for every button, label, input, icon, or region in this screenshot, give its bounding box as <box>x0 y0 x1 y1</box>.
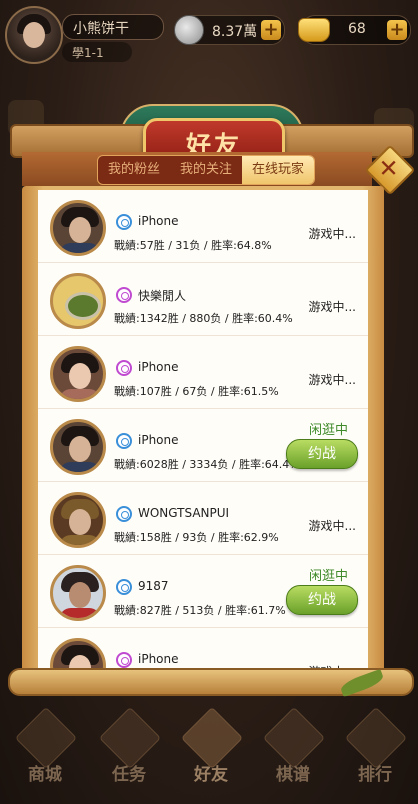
level-bar: 學1-1 <box>62 42 132 62</box>
player-name: iPhone <box>138 214 179 228</box>
username-bar: 小熊饼干 <box>62 14 164 40</box>
invite-battle-button[interactable]: 约战 <box>286 439 358 469</box>
player-stats: 戰績:57胜 / 31负 / 胜率:64.8% <box>114 239 272 252</box>
player-name: 9187 <box>138 579 169 593</box>
player-status: 游戏中... <box>308 373 356 387</box>
avatar-body <box>59 389 101 399</box>
avatar-body <box>59 243 101 253</box>
avatar-face <box>69 582 91 608</box>
nav-label: 好友 <box>194 765 228 785</box>
player-stats: 戰績:158胜 / 93负 / 胜率:62.9% <box>114 531 279 544</box>
player-name: WONGTSANPUI <box>138 506 230 520</box>
female-icon <box>116 360 132 376</box>
male-icon <box>116 506 132 522</box>
tea-cup-icon <box>65 292 101 320</box>
player-name: iPhone <box>138 433 179 447</box>
add-coins-button[interactable]: + <box>261 20 281 40</box>
player-avatar[interactable] <box>50 200 106 256</box>
nav-game-records[interactable]: 棋谱 <box>254 706 332 792</box>
avatar-face <box>69 509 91 535</box>
avatar-body <box>59 462 101 472</box>
tab-online-players[interactable]: 在线玩家 <box>242 156 314 184</box>
bottom-nav: 商城 任务 好友 棋谱 排行 <box>0 700 418 804</box>
player-avatar[interactable] <box>50 273 106 329</box>
nav-label: 排行 <box>358 765 392 785</box>
tab-my-follows[interactable]: 我的关注 <box>170 156 242 184</box>
gold-value: 68 <box>348 21 366 37</box>
player-name: 快樂閒人 <box>138 289 187 303</box>
player-avatar[interactable] <box>50 565 106 621</box>
player-status: 游戏中... <box>308 300 356 314</box>
close-icon: ✕ <box>378 154 399 183</box>
list-item[interactable]: 快樂閒人 戰績:1342胜 / 880负 / 胜率:60.4% 游戏中... <box>38 263 368 336</box>
list-item[interactable]: iPhone 戰績:6028胜 / 3334负 / 胜率:64.4% 闲逛中 约… <box>38 409 368 482</box>
player-stats: 戰績:827胜 / 513负 / 胜率:61.7% <box>114 604 286 617</box>
avatar-face <box>69 217 91 243</box>
player-stats: 戰績:107胜 / 67负 / 胜率:61.5% <box>114 385 279 398</box>
player-stats: 戰績:6028胜 / 3334负 / 胜率:64.4% <box>114 458 300 471</box>
list-item[interactable]: iPhone 戰績:107胜 / 67负 / 胜率:61.5% 游戏中... <box>38 336 368 409</box>
list-item[interactable]: WONGTSANPUI 戰績:158胜 / 93负 / 胜率:62.9% 游戏中… <box>38 482 368 555</box>
player-status: 游戏中... <box>308 519 356 533</box>
top-bar: 小熊饼干 學1-1 8.37萬 + 68 + <box>0 0 418 72</box>
invite-battle-button[interactable]: 约战 <box>286 585 358 615</box>
female-icon <box>116 652 132 668</box>
male-icon <box>116 579 132 595</box>
nav-label: 商城 <box>28 765 62 785</box>
player-list[interactable]: iPhone 戰績:57胜 / 31负 / 胜率:64.8% 游戏中... 快樂… <box>38 190 368 674</box>
avatar-face <box>69 436 91 462</box>
nav-tasks[interactable]: 任务 <box>90 706 168 792</box>
female-icon <box>116 287 132 303</box>
player-status: 游戏中... <box>308 227 356 241</box>
gold-balance: 68 + <box>298 15 411 45</box>
male-icon <box>116 433 132 449</box>
coin-icon <box>174 15 204 45</box>
coin-value: 8.37萬 <box>212 24 258 40</box>
player-avatar[interactable] <box>50 346 106 402</box>
nav-label: 棋谱 <box>276 765 310 785</box>
list-item[interactable]: 9187 戰績:827胜 / 513负 / 胜率:61.7% 闲逛中 约战 <box>38 555 368 628</box>
player-name: iPhone <box>138 652 179 666</box>
player-avatar[interactable] <box>50 419 106 475</box>
male-icon <box>116 214 132 230</box>
nav-friends[interactable]: 好友 <box>172 706 250 792</box>
avatar-body <box>59 608 101 618</box>
avatar-body <box>59 535 101 545</box>
player-stats: 戰績:1342胜 / 880负 / 胜率:60.4% <box>114 312 293 325</box>
player-name: iPhone <box>138 360 179 374</box>
nav-shop[interactable]: 商城 <box>6 706 84 792</box>
user-avatar[interactable] <box>5 6 63 64</box>
list-item[interactable]: iPhone 戰績:57胜 / 31负 / 胜率:64.8% 游戏中... <box>38 190 368 263</box>
nav-ranking[interactable]: 排行 <box>336 706 414 792</box>
tab-my-fans[interactable]: 我的粉丝 <box>98 156 170 184</box>
add-gold-button[interactable]: + <box>387 20 407 40</box>
friends-tabs: 我的粉丝 我的关注 在线玩家 <box>97 155 315 185</box>
player-avatar[interactable] <box>50 492 106 548</box>
idle-status: 闲逛中 <box>308 569 348 584</box>
coin-balance: 8.37萬 + <box>174 15 285 45</box>
gold-ingot-icon <box>298 18 330 42</box>
username: 小熊饼干 <box>73 21 129 37</box>
avatar-face <box>23 22 45 48</box>
user-level: 學1-1 <box>72 46 104 60</box>
nav-label: 任务 <box>112 765 146 785</box>
idle-status: 闲逛中 <box>308 423 348 438</box>
avatar-face <box>69 363 91 389</box>
